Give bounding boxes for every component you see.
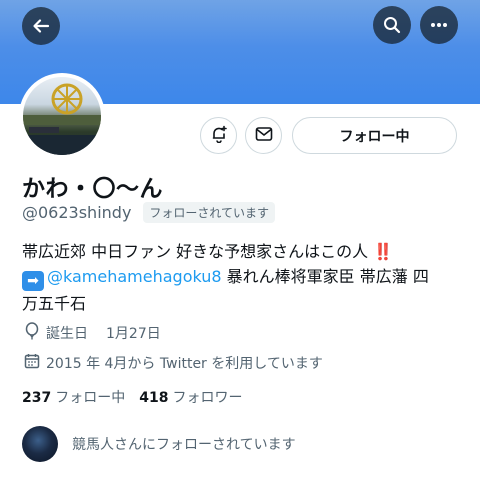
following-label[interactable]: フォロー中 [55, 387, 125, 407]
follows-you-badge: フォローされています [143, 202, 276, 223]
followers-count[interactable]: 418 [139, 390, 168, 406]
right-arrow-emoji: ➡ [22, 271, 44, 291]
balloon-icon [24, 322, 46, 344]
followed-by-row[interactable]: 競馬人さんにフォローされています [22, 426, 296, 462]
arrow-left-icon [32, 17, 50, 35]
envelope-icon [255, 126, 273, 146]
birthday-label: 誕生日 [46, 326, 88, 342]
notifications-button[interactable] [200, 117, 237, 154]
bell-plus-icon [210, 125, 228, 147]
bio-text-2: 暴れん棒将軍家臣 帯広藩 四 [221, 267, 429, 286]
search-icon [383, 16, 401, 34]
message-button[interactable] [245, 117, 282, 154]
profile-handle: @0623shindy [22, 203, 132, 222]
following-count[interactable]: 237 [22, 390, 51, 406]
profile-name: かわ・〇〜ん [22, 176, 163, 202]
profile-avatar[interactable] [19, 73, 105, 159]
bio-line-1: 帯広近郊 中日ファン 好きな予想家さんはこの人 ‼️ [22, 239, 467, 264]
bio-line-3: 万五千石 [22, 294, 87, 313]
followers-label[interactable]: フォロワー [172, 387, 242, 407]
follower-avatar [22, 426, 58, 462]
birthday-row: 誕生日 1月27日 [24, 322, 161, 344]
followed-by-text: 競馬人さんにフォローされています [72, 437, 296, 453]
follow-stats: 237 フォロー中 418 フォロワー [22, 387, 256, 407]
birthday-value: 1月27日 [106, 326, 161, 342]
calendar-icon [24, 353, 46, 373]
handle-row: @0623shindy フォローされています [22, 202, 276, 223]
joined-row: 2015 年 4月から Twitter を利用しています [24, 353, 323, 373]
bio-mention-link[interactable]: @kamehamehagoku8 [47, 267, 222, 286]
avatar-image [23, 77, 101, 155]
bio-text-1: 帯広近郊 中日ファン 好きな予想家さんはこの人 [22, 242, 369, 261]
bio-line-2: ➡ @kamehamehagoku8 暴れん棒将軍家臣 帯広藩 四 [22, 264, 467, 291]
back-button[interactable] [22, 7, 60, 45]
search-button[interactable] [373, 6, 411, 44]
more-button[interactable] [420, 6, 458, 44]
more-horizontal-icon [430, 22, 448, 28]
profile-bio: 帯広近郊 中日ファン 好きな予想家さんはこの人 ‼️ ➡ @kamehamehag… [22, 239, 467, 316]
joined-text: 2015 年 4月から Twitter を利用しています [46, 356, 323, 372]
following-button[interactable]: フォロー中 [292, 117, 457, 154]
double-exclamation-emoji: ‼️ [373, 242, 394, 261]
